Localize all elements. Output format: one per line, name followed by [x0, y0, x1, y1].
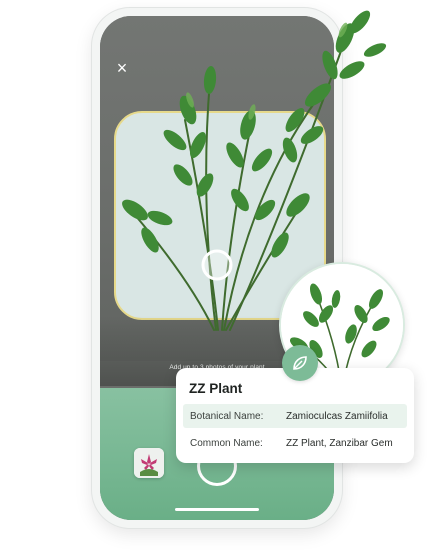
plant-name-title: ZZ Plant [189, 381, 243, 396]
common-name-row: Common Name: ZZ Plant, Zanzibar Gem [183, 431, 407, 455]
common-name-value: ZZ Plant, Zanzibar Gem [286, 437, 393, 449]
botanical-name-row: Botanical Name: Zamioculcas Zamiifolia [183, 404, 407, 428]
common-name-label: Common Name: [190, 437, 263, 449]
botanical-name-value: Zamioculcas Zamiifolia [286, 410, 388, 422]
leaf-icon [282, 345, 318, 381]
leaf-icon-graphic [293, 356, 307, 370]
botanical-name-label: Botanical Name: [190, 410, 264, 422]
identification-result-card: ZZ Plant Botanical Name: Zamioculcas Zam… [176, 368, 414, 463]
